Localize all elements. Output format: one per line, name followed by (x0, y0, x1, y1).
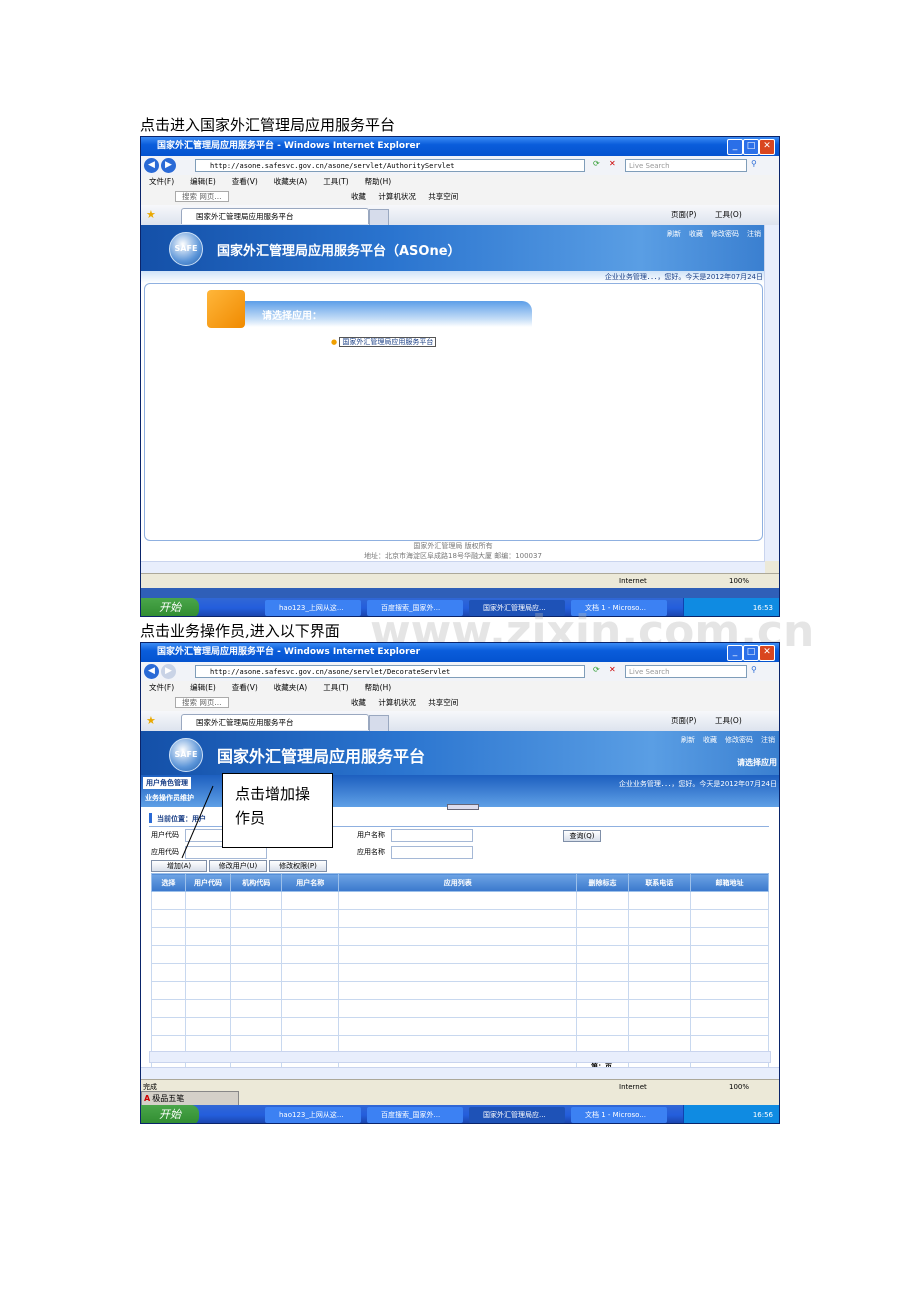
callout-box: 点击增加操作员 (222, 773, 333, 848)
document-page: 点击进入国家外汇管理局应用服务平台 国家外汇管理局应用服务平台 - Window… (0, 0, 920, 1302)
callout-pointer-line (181, 785, 214, 859)
